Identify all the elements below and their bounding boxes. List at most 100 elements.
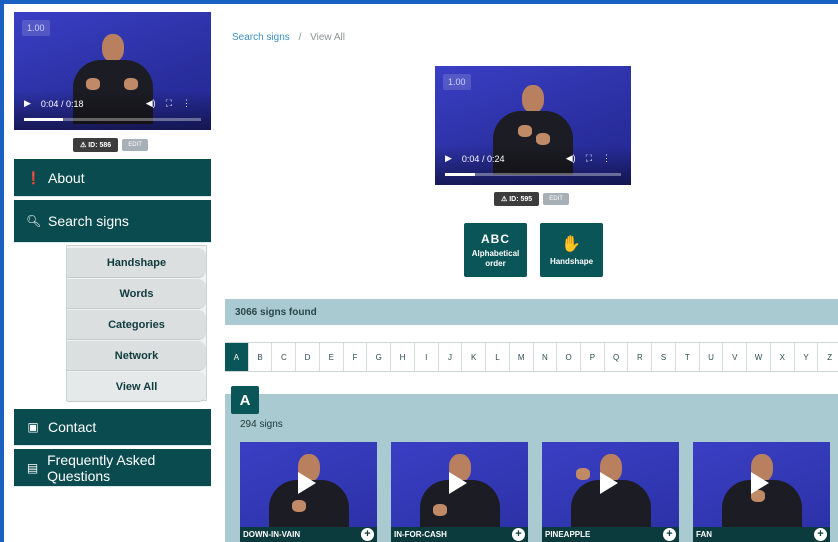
letter-o-button[interactable]: O [557,343,582,371]
play-icon[interactable] [751,472,769,494]
more-options-icon[interactable]: ⋮ [602,153,611,164]
alphabet-filter: ABCDEFGHIJKLMNOPQRSTUVWXYZ [225,342,838,372]
letter-y-button[interactable]: Y [794,343,819,371]
add-icon[interactable]: + [814,528,827,541]
sign-card[interactable]: DOWN-IN-VAIN + [240,442,377,542]
letter-h-button[interactable]: H [391,343,415,371]
sign-card-label: FAN [696,530,712,539]
sign-card[interactable]: PINEAPPLE + [542,442,679,542]
volume-icon[interactable]: ◀) [566,153,576,164]
video-controls: ▶ 0:04 / 0:24 ◀) ⛶ ⋮ [435,145,631,185]
volume-icon[interactable]: ◀) [146,98,156,109]
submenu-item-handshape[interactable]: Handshape [67,248,206,278]
breadcrumb-link-search-signs[interactable]: Search signs [232,32,290,43]
section-letter: A [231,386,259,414]
letter-v-button[interactable]: V [723,343,748,371]
letter-k-button[interactable]: K [462,343,487,371]
sign-card-label: PINEAPPLE [545,530,591,539]
sign-card-label: DOWN-IN-VAIN [243,530,301,539]
video-controls: ▶ 0:04 / 0:18 ◀) ⛶ ⋮ [14,90,211,130]
edit-button[interactable]: EDIT [122,139,148,151]
letter-e-button[interactable]: E [319,343,344,371]
handshape-label: Handshape [549,257,594,266]
submenu-item-network[interactable]: Network [67,341,206,371]
fullscreen-icon[interactable]: ⛶ [166,98,172,109]
letter-f-button[interactable]: F [343,343,368,371]
play-icon[interactable] [600,472,618,494]
letter-m-button[interactable]: M [509,343,534,371]
sidebar-item-label: About [48,169,85,186]
sidebar-video-player[interactable]: 1.00 ▶ 0:04 / 0:18 ◀) ⛶ ⋮ [14,12,211,130]
letter-j-button[interactable]: J [438,343,463,371]
letter-l-button[interactable]: L [486,343,510,371]
section-sign-count: 294 signs [240,419,283,430]
main-video-id-row: ⚠ ID: 595 EDIT [494,192,569,206]
video-time: 0:04 / 0:24 [461,153,505,164]
faq-icon: ▤ [26,460,39,475]
play-icon[interactable]: ▶ [24,98,31,109]
add-icon[interactable]: + [361,528,374,541]
letter-d-button[interactable]: D [296,343,320,371]
hand-icon: ✋ [561,236,582,253]
submenu-item-categories[interactable]: Categories [67,310,206,340]
sidebar-item-faq[interactable]: ▤ Frequently Asked Questions [14,449,211,487]
more-options-icon[interactable]: ⋮ [182,98,191,109]
alphabetical-order-button[interactable]: ABC Alphabetical order [464,223,527,277]
submenu-item-words[interactable]: Words [67,279,206,309]
letter-w-button[interactable]: W [747,343,771,371]
sidebar-item-label: Contact [48,419,97,435]
letter-t-button[interactable]: T [675,343,700,371]
letter-c-button[interactable]: C [272,343,297,371]
fullscreen-icon[interactable]: ⛶ [586,153,592,164]
sign-id-badge: ⚠ ID: 595 [494,192,540,206]
letter-a-button[interactable]: A [225,343,249,371]
sidebar-item-about[interactable]: ❗ About [14,159,211,197]
app-window: 1.00 ▶ 0:04 / 0:18 ◀) ⛶ ⋮ ⚠ ID: 586 EDIT… [4,4,838,542]
playback-speed[interactable]: 1.00 [22,20,50,36]
letter-i-button[interactable]: I [414,343,439,371]
add-icon[interactable]: + [512,528,525,541]
handshape-button[interactable]: ✋ Handshape [540,223,603,277]
sidebar-item-search-signs[interactable]: 🔍︎ Search signs [14,200,211,243]
letter-r-button[interactable]: R [628,343,653,371]
letter-p-button[interactable]: P [581,343,605,371]
play-icon[interactable] [298,472,316,494]
sign-card[interactable]: FAN + [693,442,830,542]
letter-q-button[interactable]: Q [604,343,629,371]
submenu-item-view-all[interactable]: View All [67,372,206,402]
sidebar-item-contact[interactable]: ▣ Contact [14,409,211,446]
results-count: 3066 signs found [235,307,317,318]
sidebar-item-label: Search signs [48,213,129,229]
main-video-player[interactable]: 1.00 ▶ 0:04 / 0:24 ◀) ⛶ ⋮ [435,66,631,185]
sidebar-item-label: Frequently Asked Questions [47,451,156,484]
breadcrumb: Search signs / View All [232,32,345,43]
letter-s-button[interactable]: S [652,343,676,371]
sign-card-label: IN-FOR-CASH [394,530,447,539]
sign-card[interactable]: IN-FOR-CASH + [391,442,528,542]
letter-x-button[interactable]: X [770,343,795,371]
letter-g-button[interactable]: G [367,343,392,371]
playback-speed[interactable]: 1.00 [443,74,471,90]
sign-id-badge: ⚠ ID: 586 [73,138,119,152]
letter-n-button[interactable]: N [533,343,558,371]
alphabetical-order-label: Alphabetical order [471,248,520,268]
results-count-bar: 3066 signs found [225,299,838,325]
letter-section-a: A 294 signs DOWN-IN-VAIN + IN-FOR-CASH + P… [225,386,838,542]
video-progress-bar[interactable] [24,118,201,121]
breadcrumb-separator: / [298,32,302,43]
letter-z-button[interactable]: Z [818,343,838,371]
video-progress-bar[interactable] [445,173,621,176]
play-icon[interactable]: ▶ [445,153,452,164]
abc-icon: ABC [481,231,510,246]
search-icon: 🔍︎ [26,214,42,228]
play-icon[interactable] [449,472,467,494]
letter-u-button[interactable]: U [699,343,724,371]
breadcrumb-current: View All [310,32,345,43]
search-submenu: Handshape Words Categories Network View … [66,245,207,402]
sidebar-video-id-row: ⚠ ID: 586 EDIT [73,138,148,152]
video-time: 0:04 / 0:18 [40,98,84,109]
contact-card-icon: ▣ [27,420,39,434]
edit-button[interactable]: EDIT [543,193,569,205]
add-icon[interactable]: + [663,528,676,541]
letter-b-button[interactable]: B [248,343,273,371]
